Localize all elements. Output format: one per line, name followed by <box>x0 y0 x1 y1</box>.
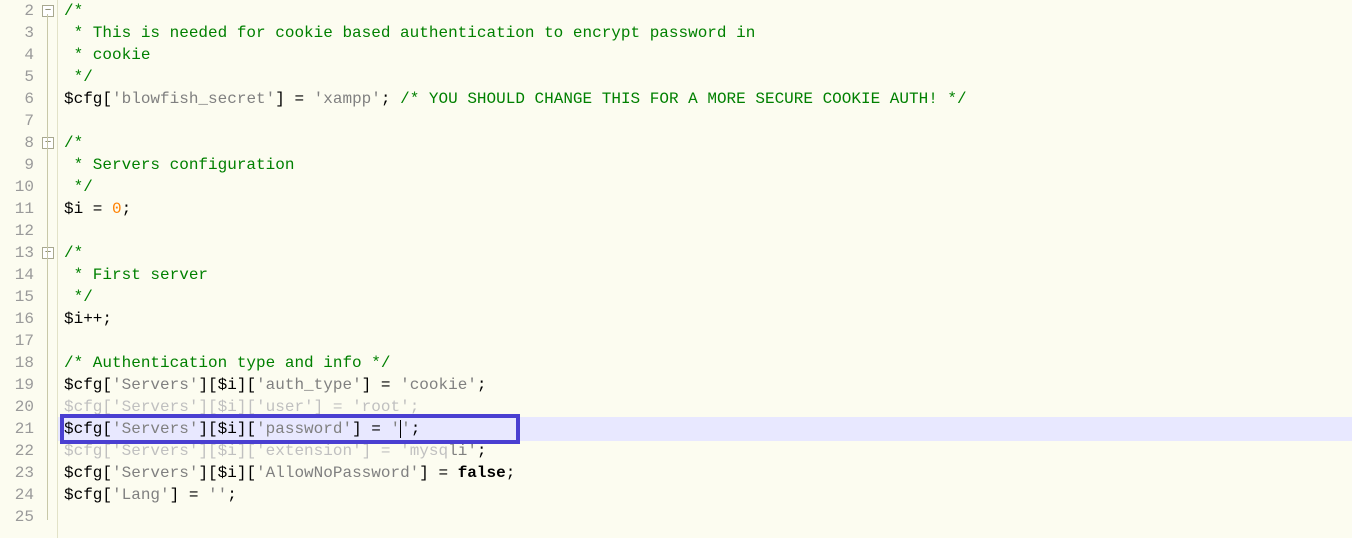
code-area[interactable]: /* * This is needed for cookie based aut… <box>58 0 1352 538</box>
comment-text: /* YOU SHOULD CHANGE THIS FOR A MORE SEC… <box>391 90 967 108</box>
code-line-18[interactable]: /* Authentication type and info */ <box>64 352 1352 374</box>
code-line-7[interactable] <box>64 110 1352 132</box>
line-number: 18 <box>0 352 34 374</box>
line-number: 22 <box>0 440 34 462</box>
keyword-false: false <box>458 464 506 482</box>
code-line-13[interactable]: /* <box>64 242 1352 264</box>
code-line-8[interactable]: /* <box>64 132 1352 154</box>
comment-text: * cookie <box>64 46 150 64</box>
line-number: 7 <box>0 110 34 132</box>
code-editor[interactable]: 2345678910111213141516171819202122232425… <box>0 0 1352 538</box>
code-line-21[interactable]: $cfg['Servers'][$i]['password'] = ''; <box>64 418 1352 440</box>
line-number: 14 <box>0 264 34 286</box>
line-number: 9 <box>0 154 34 176</box>
line-number: 13 <box>0 242 34 264</box>
comment-text: */ <box>64 68 93 86</box>
code-line-19[interactable]: $cfg['Servers'][$i]['auth_type'] = 'cook… <box>64 374 1352 396</box>
number: 0 <box>112 200 122 218</box>
comment-text: */ <box>64 178 93 196</box>
line-number: 23 <box>0 462 34 484</box>
line-number: 11 <box>0 198 34 220</box>
code-line-17[interactable] <box>64 330 1352 352</box>
code-line-12[interactable] <box>64 220 1352 242</box>
code-line-22[interactable]: $cfg['Servers'][$i]['extension'] = 'mysq… <box>64 440 1352 462</box>
line-number: 20 <box>0 396 34 418</box>
code-line-14[interactable]: * First server <box>64 264 1352 286</box>
code-line-25[interactable] <box>64 506 1352 528</box>
line-number: 5 <box>0 66 34 88</box>
comment-text: /* <box>64 244 83 262</box>
comment-text: * This is needed for cookie based authen… <box>64 24 755 42</box>
line-number: 25 <box>0 506 34 528</box>
comment-text: /* <box>64 2 83 20</box>
code-line-9[interactable]: * Servers configuration <box>64 154 1352 176</box>
code-line-2[interactable]: /* <box>64 0 1352 22</box>
code-line-6[interactable]: $cfg['blowfish_secret'] = 'xampp'; /* YO… <box>64 88 1352 110</box>
line-number: 16 <box>0 308 34 330</box>
string-value: 'xampp' <box>314 90 381 108</box>
fold-toggle-icon[interactable]: − <box>42 137 54 149</box>
code-line-23[interactable]: $cfg['Servers'][$i]['AllowNoPassword'] =… <box>64 462 1352 484</box>
fold-column: − − − <box>40 0 58 538</box>
line-number: 4 <box>0 44 34 66</box>
fold-toggle-icon[interactable]: − <box>42 247 54 259</box>
variable: $cfg <box>64 420 102 438</box>
string-key: 'blowfish_secret' <box>112 90 275 108</box>
comment-text: /* <box>64 134 83 152</box>
code-line-11[interactable]: $i = 0; <box>64 198 1352 220</box>
variable: $cfg <box>64 486 102 504</box>
comment-text: /* Authentication type and info */ <box>64 354 390 372</box>
code-line-5[interactable]: */ <box>64 66 1352 88</box>
comment-text: * Servers configuration <box>64 156 294 174</box>
line-number: 12 <box>0 220 34 242</box>
comment-text: * First server <box>64 266 208 284</box>
code-line-16[interactable]: $i++; <box>64 308 1352 330</box>
line-number: 3 <box>0 22 34 44</box>
line-number: 2 <box>0 0 34 22</box>
variable: $cfg <box>64 90 102 108</box>
line-number: 17 <box>0 330 34 352</box>
line-number: 15 <box>0 286 34 308</box>
line-number: 8 <box>0 132 34 154</box>
variable: $cfg <box>64 376 102 394</box>
line-number: 21 <box>0 418 34 440</box>
code-line-4[interactable]: * cookie <box>64 44 1352 66</box>
line-number: 24 <box>0 484 34 506</box>
variable: $i <box>64 310 83 328</box>
line-number: 19 <box>0 374 34 396</box>
line-number: 6 <box>0 88 34 110</box>
code-line-10[interactable]: */ <box>64 176 1352 198</box>
line-number: 10 <box>0 176 34 198</box>
variable: $cfg <box>64 464 102 482</box>
comment-text: */ <box>64 288 93 306</box>
code-line-24[interactable]: $cfg['Lang'] = ''; <box>64 484 1352 506</box>
line-number-gutter: 2345678910111213141516171819202122232425 <box>0 0 40 538</box>
fold-toggle-icon[interactable]: − <box>42 5 54 17</box>
code-line-3[interactable]: * This is needed for cookie based authen… <box>64 22 1352 44</box>
code-line-20[interactable]: $cfg['Servers'][$i]['user'] = 'root'; <box>64 396 1352 418</box>
variable: $i <box>64 200 83 218</box>
code-line-15[interactable]: */ <box>64 286 1352 308</box>
